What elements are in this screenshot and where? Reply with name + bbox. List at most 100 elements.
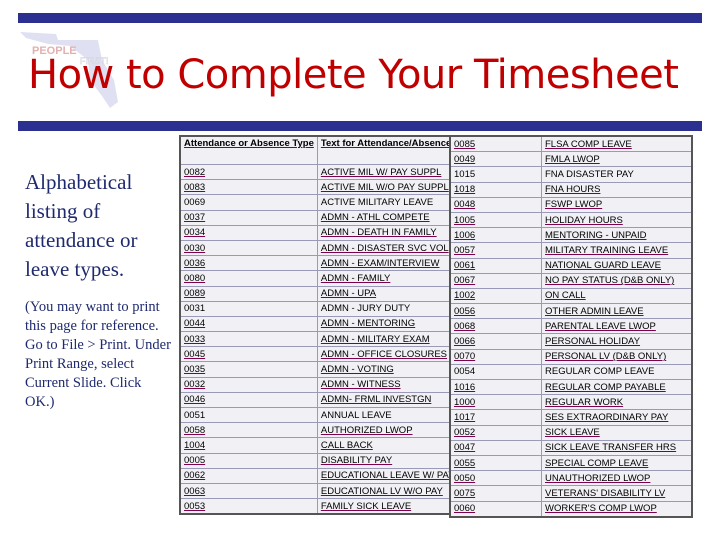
type-code[interactable]: 0053 — [179, 498, 318, 515]
type-text[interactable]: UNAUTHORIZED LWOP — [541, 470, 693, 487]
type-code[interactable]: 0082 — [179, 163, 318, 181]
type-code: 0051 — [179, 406, 318, 424]
table-row: 0005 DISABILITY PAY — [179, 452, 480, 469]
type-code[interactable]: 0050 — [449, 470, 542, 487]
type-text[interactable]: FLSA COMP LEAVE — [541, 135, 693, 153]
type-text[interactable]: VETERANS' DISABILITY LV — [541, 485, 693, 502]
table-row: 0054 REGULAR COMP LEAVE — [449, 363, 693, 381]
type-code[interactable]: 1006 — [449, 227, 542, 244]
type-code[interactable]: 0067 — [449, 272, 542, 289]
header-code[interactable]: Attendance or Absence Type — [179, 135, 318, 165]
type-code[interactable]: 0063 — [179, 482, 318, 500]
type-code[interactable]: 0049 — [449, 151, 542, 168]
type-code[interactable]: 1002 — [449, 287, 542, 305]
table-row: 0080 ADMN - FAMILY — [179, 270, 480, 287]
type-code[interactable]: 0085 — [449, 135, 542, 153]
type-text[interactable]: SICK LEAVE — [541, 424, 693, 441]
type-text[interactable]: HOLIDAY HOURS — [541, 211, 693, 229]
type-text[interactable]: SES EXTRAORDINARY PAY — [541, 409, 693, 426]
type-text[interactable]: REGULAR COMP PAYABLE — [541, 378, 693, 396]
type-code[interactable]: 0070 — [449, 348, 542, 365]
type-code[interactable]: 0034 — [179, 224, 318, 241]
type-code[interactable]: 0062 — [179, 467, 318, 484]
type-code[interactable]: 0033 — [179, 331, 318, 348]
table-row: 1000 REGULAR WORK — [449, 394, 693, 411]
type-text[interactable]: PERSONAL HOLIDAY — [541, 333, 693, 350]
table-row: 0053 FAMILY SICK LEAVE — [179, 498, 480, 515]
table-row: 0033 ADMN - MILITARY EXAM — [179, 331, 480, 348]
type-text: FNA DISASTER PAY — [541, 166, 693, 183]
table-row: 0068 PARENTAL LEAVE LWOP — [449, 318, 693, 335]
type-text[interactable]: SPECIAL COMP LEAVE — [541, 454, 693, 472]
table-row: 0070 PERSONAL LV (D&B ONLY) — [449, 348, 693, 365]
table-row: 0030 ADMN - DISASTER SVC VOL — [179, 239, 480, 257]
type-text[interactable]: REGULAR WORK — [541, 394, 693, 411]
type-code[interactable]: 0061 — [449, 257, 542, 274]
attendance-types-table-left: Attendance or Absence Type Text for Atte… — [179, 135, 481, 516]
type-code[interactable]: 0083 — [179, 179, 318, 196]
slide: PEOPLE FIRST! How to Complete Your Times… — [0, 0, 720, 540]
type-text[interactable]: FMLA LWOP — [541, 151, 693, 168]
type-code[interactable]: 0032 — [179, 376, 318, 393]
type-code[interactable]: 0048 — [449, 196, 542, 213]
table-row: 0032 ADMN - WITNESS — [179, 376, 480, 393]
type-code[interactable]: 1004 — [179, 437, 318, 454]
type-code[interactable]: 0060 — [449, 500, 542, 518]
type-text[interactable]: MENTORING - UNPAID — [541, 227, 693, 244]
table-row: 0031 ADMN - JURY DUTY — [179, 300, 480, 317]
type-code[interactable]: 0052 — [449, 424, 542, 441]
type-code[interactable]: 0044 — [179, 315, 318, 333]
table-row: 0050 UNAUTHORIZED LWOP — [449, 470, 693, 487]
table-row: 0052 SICK LEAVE — [449, 424, 693, 441]
table-row: 1016 REGULAR COMP PAYABLE — [449, 378, 693, 396]
table-row: 0082 ACTIVE MIL W/ PAY SUPPL — [179, 163, 480, 181]
type-code[interactable]: 0058 — [179, 422, 318, 439]
type-code[interactable]: 0005 — [179, 452, 318, 469]
type-text[interactable]: FNA HOURS — [541, 181, 693, 198]
type-text[interactable]: NATIONAL GUARD LEAVE — [541, 257, 693, 274]
type-text: REGULAR COMP LEAVE — [541, 363, 693, 381]
type-text[interactable]: SICK LEAVE TRANSFER HRS — [541, 439, 693, 456]
table-row: 0057 MILITARY TRAINING LEAVE — [449, 242, 693, 259]
table-row: 0034 ADMN - DEATH IN FAMILY — [179, 224, 480, 241]
type-code[interactable]: 0089 — [179, 285, 318, 302]
type-text[interactable]: WORKER'S COMP LWOP — [541, 500, 693, 518]
type-code[interactable]: 0080 — [179, 270, 318, 287]
table-row: 1017 SES EXTRAORDINARY PAY — [449, 409, 693, 426]
type-code[interactable]: 0046 — [179, 391, 318, 409]
type-code[interactable]: 1016 — [449, 378, 542, 396]
type-code[interactable]: 0036 — [179, 255, 318, 272]
type-code[interactable]: 0055 — [449, 454, 542, 472]
table-row: 0047 SICK LEAVE TRANSFER HRS — [449, 439, 693, 456]
type-code[interactable]: 0056 — [449, 303, 542, 320]
type-text[interactable]: FSWP LWOP — [541, 196, 693, 213]
table-row: 1004 CALL BACK — [179, 437, 480, 454]
table-row: 0044 ADMN - MENTORING — [179, 315, 480, 333]
table-row: 0035 ADMN - VOTING — [179, 361, 480, 378]
table-row: 0036 ADMN - EXAM/INTERVIEW — [179, 255, 480, 272]
type-code[interactable]: 0075 — [449, 485, 542, 502]
type-code[interactable]: 1005 — [449, 211, 542, 229]
type-text[interactable]: MILITARY TRAINING LEAVE — [541, 242, 693, 259]
type-text[interactable]: ON CALL — [541, 287, 693, 305]
type-text[interactable]: OTHER ADMIN LEAVE — [541, 303, 693, 320]
table-row: 0060 WORKER'S COMP LWOP — [449, 500, 693, 518]
type-code[interactable]: 1000 — [449, 394, 542, 411]
type-text[interactable]: PERSONAL LV (D&B ONLY) — [541, 348, 693, 365]
type-code[interactable]: 0047 — [449, 439, 542, 456]
type-code[interactable]: 0057 — [449, 242, 542, 259]
table-row: 1018 FNA HOURS — [449, 181, 693, 198]
type-code[interactable]: 1018 — [449, 181, 542, 198]
type-code[interactable]: 0035 — [179, 361, 318, 378]
table-row: 0075 VETERANS' DISABILITY LV — [449, 485, 693, 502]
type-text[interactable]: PARENTAL LEAVE LWOP — [541, 318, 693, 335]
type-code[interactable]: 0066 — [449, 333, 542, 350]
type-code[interactable]: 0037 — [179, 209, 318, 226]
table-row: 0046 ADMN- FRML INVESTGN — [179, 391, 480, 409]
type-code[interactable]: 0068 — [449, 318, 542, 335]
table-row: 0045 ADMN - OFFICE CLOSURES — [179, 346, 480, 363]
type-code[interactable]: 0030 — [179, 239, 318, 257]
type-code[interactable]: 0045 — [179, 346, 318, 363]
type-text[interactable]: NO PAY STATUS (D&B ONLY) — [541, 272, 693, 289]
type-code[interactable]: 1017 — [449, 409, 542, 426]
